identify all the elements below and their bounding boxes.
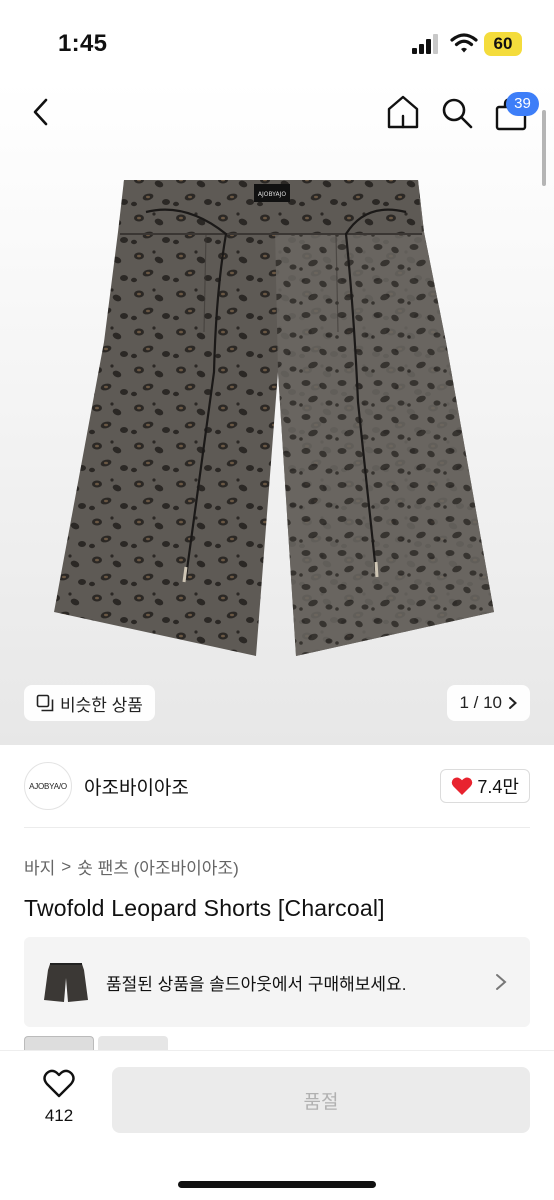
wishlist-count: 412 (44, 1106, 74, 1125)
divider (24, 827, 530, 828)
wishlist-button[interactable]: 412 (34, 1069, 84, 1126)
scrollbar[interactable] (542, 110, 546, 186)
similar-products-button[interactable]: 비슷한 상품 (24, 685, 155, 721)
brand-logo[interactable]: AJOBYA/O (24, 762, 72, 810)
back-chevron-icon[interactable] (26, 96, 58, 128)
breadcrumb-subcategory[interactable]: 숏 팬츠 (아조바이아조) (77, 854, 239, 879)
image-pager[interactable]: 1 / 10 (447, 685, 530, 721)
brand-row[interactable]: AJOBYA/O 아조바이아조 7.4만 (24, 760, 530, 812)
heart-filled-icon (452, 777, 473, 795)
soldout-button[interactable]: 품절 (112, 1067, 530, 1133)
cart-count-badge: 39 (506, 92, 539, 116)
product-title: Twofold Leopard Shorts [Charcoal] (24, 895, 385, 921)
pager-count: 1 / 10 (459, 693, 502, 712)
heart-outline-icon (43, 1069, 75, 1098)
brand-like-button[interactable]: 7.4만 (440, 769, 530, 803)
chevron-right-icon (496, 974, 507, 990)
wifi-icon (450, 33, 478, 53)
soldout-promo-text: 품절된 상품을 솔드아웃에서 구매해보세요. (106, 974, 407, 994)
similar-products-label: 비슷한 상품 (60, 695, 143, 715)
battery-icon: 60 (484, 32, 522, 56)
waistband-label: AJOBYAJO (258, 191, 286, 198)
option-tab[interactable] (98, 1036, 168, 1050)
home-icon[interactable] (386, 94, 420, 130)
brand-like-count: 7.4만 (477, 777, 519, 797)
soldout-promo-card[interactable]: 품절된 상품을 솔드아웃에서 구매해보세요. (24, 937, 530, 1027)
status-bar: 1:45 60 (0, 0, 554, 80)
product-photo: AJOBYAJO (54, 180, 494, 656)
brand-name[interactable]: 아조바이아조 (84, 773, 189, 800)
product-thumbnail (44, 963, 88, 1002)
copy-icon (36, 694, 54, 712)
search-icon[interactable] (440, 96, 474, 130)
breadcrumb-separator: > (61, 856, 72, 876)
chevron-right-icon (509, 697, 517, 709)
breadcrumb: 바지 > 숏 팬츠 (아조바이아조) (24, 854, 239, 879)
bottom-action-bar: 412 품절 (0, 1050, 554, 1200)
breadcrumb-category[interactable]: 바지 (24, 854, 55, 879)
home-indicator (178, 1181, 376, 1188)
option-tab[interactable] (24, 1036, 94, 1050)
status-time: 1:45 (58, 30, 108, 57)
cellular-signal-icon (412, 34, 438, 54)
